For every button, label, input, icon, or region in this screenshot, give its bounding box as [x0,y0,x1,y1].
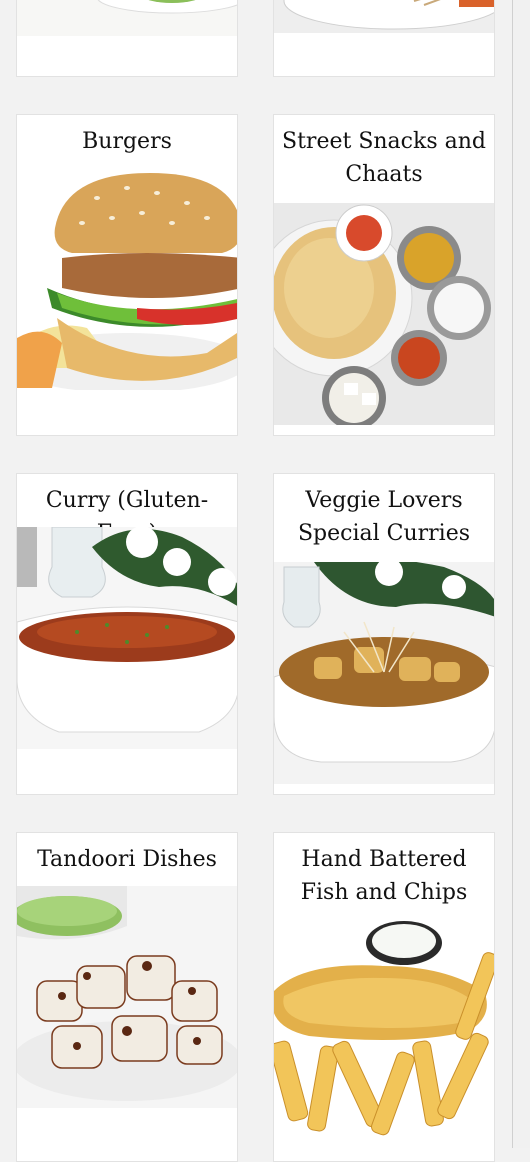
category-card-tandoori[interactable]: Tandoori Dishes [16,832,238,1162]
scrollbar[interactable] [512,0,530,1148]
top-right-image [274,0,494,33]
category-card-top-left[interactable] [16,0,238,77]
card-title-burgers: Burgers [82,129,172,154]
category-card-veggie[interactable]: Veggie Lovers Special Curries [273,473,495,795]
category-card-curry[interactable]: Curry (Gluten-Free) [16,473,238,795]
curry-image [17,527,237,749]
street-snacks-image [274,203,494,425]
category-card-fish-chips[interactable]: Hand Battered Fish and Chips [273,832,495,1162]
fish-chips-image [274,921,494,1143]
card-title-tandoori: Tandoori Dishes [37,847,217,872]
category-card-top-right[interactable] [273,0,495,77]
category-card-burgers[interactable]: Burgers [16,114,238,436]
card-title-veggie: Veggie Lovers Special Curries [297,488,471,546]
tandoori-image [17,886,237,1108]
category-card-street-snacks[interactable]: Street Snacks and Chaats [273,114,495,436]
burger-image [17,168,237,390]
card-title-fish-chips: Hand Battered Fish and Chips [300,847,468,905]
card-title-street-snacks: Street Snacks and Chaats [282,129,486,187]
top-left-image [17,0,237,36]
veggie-curry-image [274,562,494,784]
